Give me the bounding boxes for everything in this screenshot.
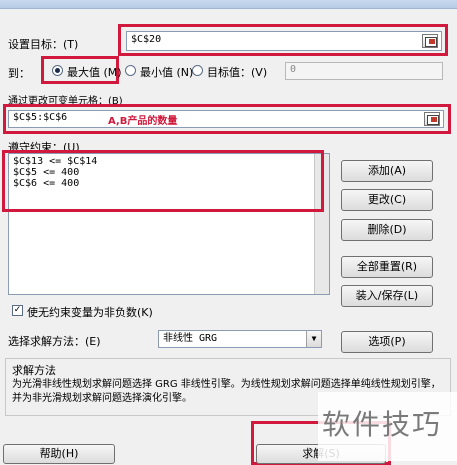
target-label: 设置目标：(T) <box>8 38 79 51</box>
load-save-button[interactable]: 装入/保存(L) <box>341 285 433 307</box>
radio-value-dot[interactable] <box>192 65 203 76</box>
radio-max-dot[interactable] <box>52 65 63 76</box>
target-value: $C$20 <box>131 34 162 45</box>
nonneg-label: 使无约束变量为非负数(K) <box>27 306 153 319</box>
constraints-highlight <box>2 150 324 212</box>
to-label: 到： <box>8 67 30 80</box>
watermark-text: 软件技巧 <box>322 408 443 441</box>
method-label: 选择求解方法：(E) <box>8 335 101 348</box>
range-picker-icon[interactable] <box>424 112 440 126</box>
solve-method-title: 求解方法 <box>12 364 56 377</box>
help-button[interactable]: 帮助(H) <box>3 444 115 464</box>
nonneg-checkbox[interactable]: ✓ <box>12 305 23 316</box>
method-select[interactable]: 非线性 GRG ▼ <box>158 330 322 348</box>
changing-input[interactable]: $C$5:$C$6 <box>8 110 444 128</box>
radio-value-label: 目标值：(V) <box>207 66 268 79</box>
radio-min-dot[interactable] <box>125 65 136 76</box>
delete-button[interactable]: 删除(D) <box>341 219 433 241</box>
changing-annotation: A,B产品的数量 <box>108 116 178 127</box>
target-value-input[interactable]: 0 <box>285 62 443 80</box>
range-picker-icon[interactable] <box>422 34 438 48</box>
options-button[interactable]: 选项(P) <box>341 331 433 353</box>
changing-value: $C$5:$C$6 <box>13 112 68 123</box>
radio-min-label: 最小值 (N) <box>140 66 194 79</box>
add-button[interactable]: 添加(A) <box>341 160 433 182</box>
chevron-down-icon[interactable]: ▼ <box>306 331 321 347</box>
title-bar <box>0 0 457 9</box>
radio-max-label: 最大值 (M) <box>67 66 122 79</box>
reset-all-button[interactable]: 全部重置(R) <box>341 256 433 278</box>
change-button[interactable]: 更改(C) <box>341 189 433 211</box>
method-value: 非线性 GRG <box>163 333 218 344</box>
target-input[interactable]: $C$20 <box>126 31 442 51</box>
